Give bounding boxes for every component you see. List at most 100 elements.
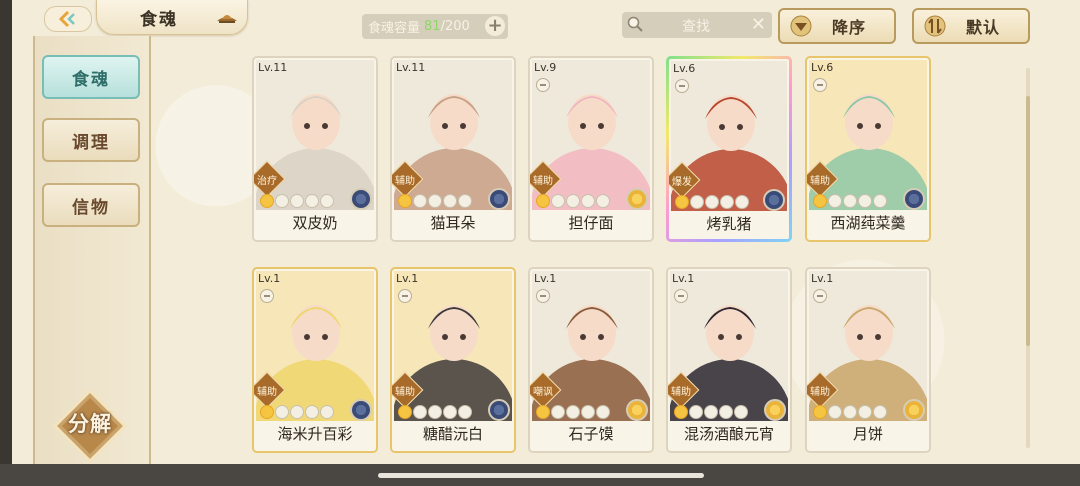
card-level: Lv.11 xyxy=(396,61,426,74)
star-icon xyxy=(873,405,887,419)
back-button[interactable] xyxy=(44,6,92,32)
star-icon xyxy=(536,194,550,208)
star-icon xyxy=(551,405,565,419)
card-level: Lv.1 xyxy=(534,272,557,285)
star-icon xyxy=(290,405,304,419)
role-label: 爆发 xyxy=(672,177,692,188)
star-icon xyxy=(260,405,274,419)
lock-badge-icon xyxy=(674,289,688,303)
star-icon xyxy=(858,405,872,419)
element-emblem-icon xyxy=(488,399,510,421)
star-icon xyxy=(305,405,319,419)
star-icon xyxy=(536,405,550,419)
star-rating xyxy=(398,405,472,419)
star-icon xyxy=(428,194,442,208)
food-soul-card[interactable]: Lv.1 辅助 混汤酒酿元宵 xyxy=(666,267,792,453)
food-soul-card[interactable]: Lv.1 辅助 海米升百彩 xyxy=(252,267,378,453)
food-soul-card[interactable]: Lv.1 辅助 月饼 xyxy=(805,267,931,453)
card-name: 猫耳朵 xyxy=(430,214,476,232)
sort-order-button[interactable]: 降序 xyxy=(778,8,896,44)
card-name: 海米升百彩 xyxy=(277,425,353,443)
star-icon xyxy=(596,405,610,419)
role-label: 嘲讽 xyxy=(533,387,553,398)
scrollbar-thumb[interactable] xyxy=(1026,96,1030,346)
star-rating xyxy=(674,405,748,419)
star-icon xyxy=(428,405,442,419)
sort-mode-button[interactable]: 默认 xyxy=(912,8,1030,44)
card-name: 担仔面 xyxy=(568,214,614,232)
food-soul-card[interactable]: Lv.11 辅助 猫耳朵 xyxy=(390,56,516,242)
star-icon xyxy=(398,405,412,419)
star-icon xyxy=(413,405,427,419)
star-icon xyxy=(305,194,319,208)
tab-food-souls[interactable]: 食魂 xyxy=(42,55,140,99)
sort-toggle-icon xyxy=(924,15,946,37)
tab-tokens[interactable]: 信物 xyxy=(42,183,140,227)
star-rating xyxy=(536,405,610,419)
star-icon xyxy=(290,194,304,208)
star-icon xyxy=(690,195,704,209)
star-icon xyxy=(398,194,412,208)
search-icon xyxy=(627,16,643,32)
capacity-add-button[interactable]: + xyxy=(485,16,505,36)
star-icon xyxy=(260,194,274,208)
star-icon xyxy=(828,405,842,419)
card-name: 西湖莼菜羹 xyxy=(830,214,906,232)
food-soul-card[interactable]: Lv.6 辅助西湖莼菜羹 xyxy=(805,56,931,242)
card-level: Lv.1 xyxy=(672,272,695,285)
star-icon xyxy=(566,405,580,419)
star-icon xyxy=(581,194,595,208)
screen-edge xyxy=(0,0,12,486)
star-icon xyxy=(720,195,734,209)
lock-badge-icon xyxy=(675,79,689,93)
role-label: 辅助 xyxy=(533,176,553,187)
element-emblem-icon xyxy=(626,399,648,421)
element-emblem-icon xyxy=(764,399,786,421)
card-level: Lv.11 xyxy=(258,61,288,74)
star-icon xyxy=(458,405,472,419)
decompose-label: 分解 xyxy=(68,412,112,436)
star-icon xyxy=(275,194,289,208)
role-label: 辅助 xyxy=(395,387,415,398)
star-rating xyxy=(675,195,749,209)
lock-badge-icon xyxy=(398,289,412,303)
food-soul-card[interactable]: Lv.1 辅助 糖醋沅白 xyxy=(390,267,516,453)
lock-badge-icon xyxy=(813,78,827,92)
star-icon xyxy=(581,405,595,419)
food-soul-card[interactable]: Lv.9 辅助担仔面 xyxy=(528,56,654,242)
tab-conditioning[interactable]: 调理 xyxy=(42,118,140,162)
star-icon xyxy=(719,405,733,419)
card-name: 混汤酒酿元宵 xyxy=(683,425,774,443)
search-placeholder: 查找 xyxy=(682,19,710,35)
card-name: 双皮奶 xyxy=(292,214,338,232)
star-rating xyxy=(398,194,472,208)
search-input[interactable]: 查找 ✕ xyxy=(622,12,772,38)
star-rating xyxy=(813,405,887,419)
card-level: Lv.9 xyxy=(534,61,557,74)
star-icon xyxy=(843,405,857,419)
element-emblem-icon xyxy=(903,399,925,421)
card-name: 月饼 xyxy=(852,425,883,443)
lock-badge-icon xyxy=(536,289,550,303)
element-emblem-icon xyxy=(763,189,785,211)
food-soul-card[interactable]: Lv.11 治疗 双皮奶 xyxy=(252,56,378,242)
back-arrow-icon xyxy=(58,10,75,28)
food-soul-card[interactable]: Lv.6 爆发 烤乳猪 xyxy=(666,56,792,242)
element-emblem-icon xyxy=(903,188,925,210)
role-label: 辅助 xyxy=(810,176,830,187)
food-soul-card[interactable]: Lv.1 嘲讽石子馍 xyxy=(528,267,654,453)
star-icon xyxy=(735,195,749,209)
capacity-display: 食魂容量 81 /200 + xyxy=(362,14,508,39)
straw-hat-icon[interactable] xyxy=(216,9,238,25)
star-icon xyxy=(813,405,827,419)
element-emblem-icon xyxy=(350,399,372,421)
star-rating xyxy=(260,194,334,208)
card-level: Lv.6 xyxy=(811,61,834,74)
star-icon xyxy=(458,194,472,208)
card-level: Lv.1 xyxy=(396,272,419,285)
card-name: 石子馍 xyxy=(568,425,614,443)
clear-search-icon[interactable]: ✕ xyxy=(751,14,766,35)
star-icon xyxy=(443,194,457,208)
star-icon xyxy=(843,194,857,208)
home-indicator[interactable] xyxy=(378,473,704,478)
